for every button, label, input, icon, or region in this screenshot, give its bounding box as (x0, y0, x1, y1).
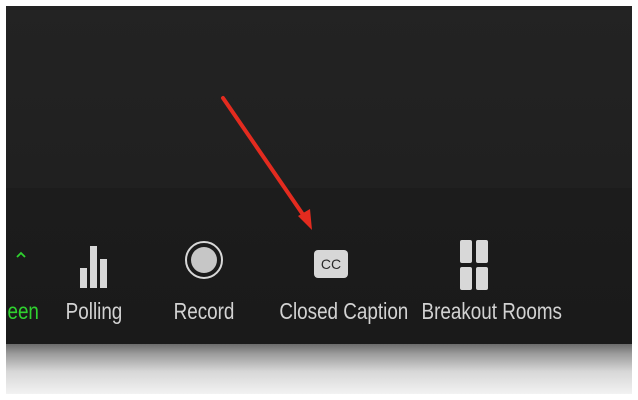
breakout-grid-icon (460, 240, 488, 290)
breakout-rooms-button[interactable]: Breakout Rooms (410, 216, 562, 328)
closed-caption-label: Closed Caption (279, 298, 409, 324)
video-area (6, 6, 632, 188)
cc-icon: CC (314, 250, 348, 278)
chevron-up-icon[interactable] (16, 250, 26, 260)
share-screen-label: een (7, 298, 39, 324)
breakout-rooms-label: Breakout Rooms (421, 298, 562, 324)
bottom-shadow (6, 344, 632, 394)
polling-button[interactable]: Polling (56, 216, 132, 328)
share-screen-button[interactable]: een (6, 216, 39, 328)
record-label: Record (173, 298, 235, 324)
meeting-controls-toolbar: een Polling Record CC Closed Caption Bre… (6, 188, 632, 344)
record-circle-icon (185, 241, 223, 279)
meeting-window: een Polling Record CC Closed Caption Bre… (6, 6, 632, 394)
polling-label: Polling (65, 298, 123, 324)
record-button[interactable]: Record (166, 216, 242, 328)
closed-caption-button[interactable]: CC Closed Caption (268, 216, 409, 328)
poll-bars-icon (80, 246, 107, 288)
